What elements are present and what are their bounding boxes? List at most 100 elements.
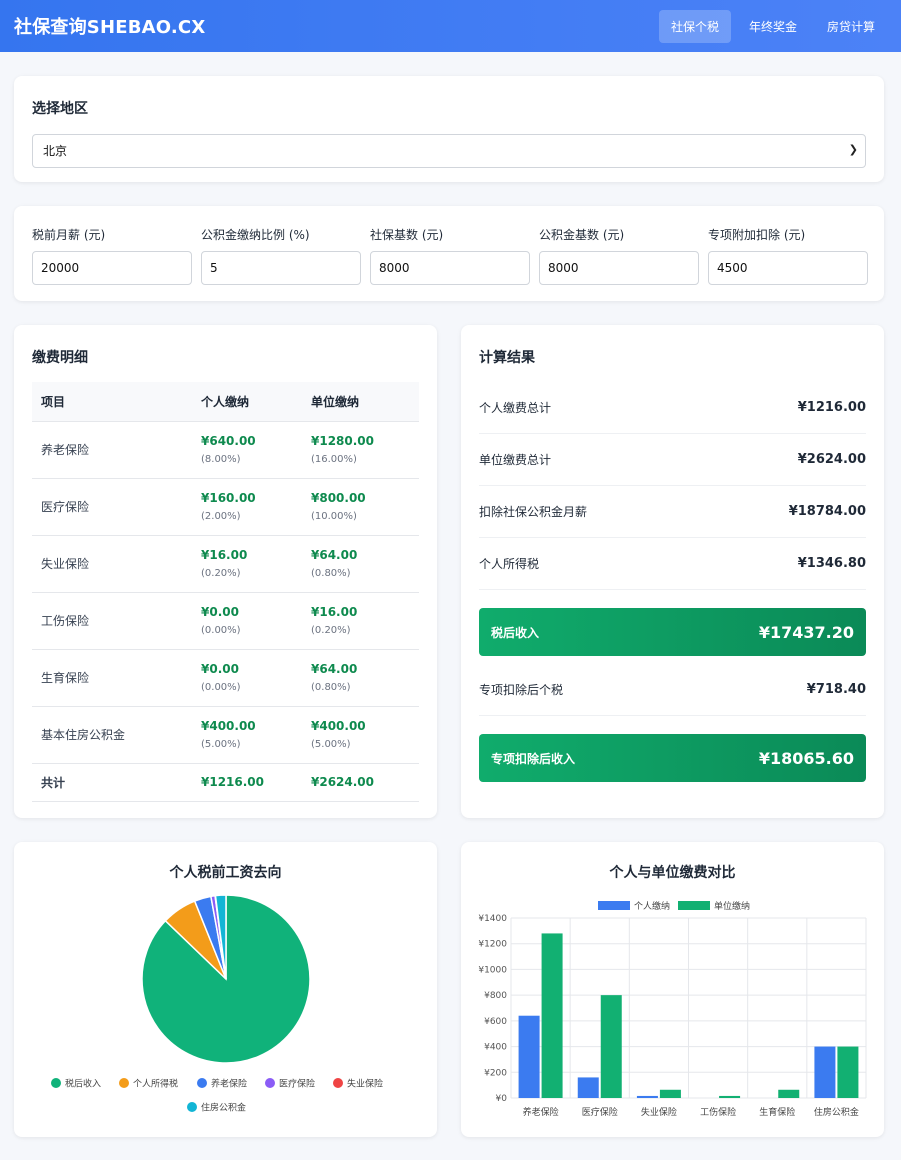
result-label: 单位缴费总计 [479, 453, 552, 467]
bar [659, 1089, 681, 1098]
details-title: 缴费明细 [32, 350, 88, 366]
result-value: ¥1346.80 [797, 556, 866, 571]
region-select[interactable]: 北京 [32, 134, 866, 168]
total-company: ¥2624.00 [311, 775, 375, 789]
legend-label: 住房公积金 [201, 1102, 246, 1114]
social-base-label: 社保基数 (元) [370, 228, 444, 242]
result-row-company-total: 单位缴费总计 ¥2624.00 [479, 434, 866, 486]
bar [518, 1015, 540, 1098]
bar [541, 933, 563, 1098]
company-amount: ¥800.00 [311, 491, 366, 505]
personal-cell: ¥0.00 (0.00%) [192, 592, 302, 650]
legend-swatch [187, 1102, 197, 1112]
y-tick-label: ¥400 [484, 1043, 507, 1053]
after-tax-label: 税后收入 [491, 625, 540, 640]
row-name: 医疗保险 [32, 478, 192, 536]
salary-input[interactable] [32, 251, 192, 285]
personal-amount: ¥0.00 [201, 605, 239, 619]
special-deduction-label: 专项附加扣除 (元) [708, 228, 806, 242]
details-card: 缴费明细 项目 个人缴纳 单位缴纳 养老保险 ¥640.00 (8.00%) ¥1… [14, 325, 437, 818]
results-card: 计算结果 个人缴费总计 ¥1216.00 单位缴费总计 ¥2624.00 扣除社… [461, 325, 884, 818]
after-tax-income-highlight: 税后收入 ¥17437.20 [479, 608, 866, 656]
row-name: 工伤保险 [32, 592, 192, 650]
table-row: 医疗保险 ¥160.00 (2.00%) ¥800.00 (10.00%) [32, 478, 419, 536]
personal-rate: (5.00%) [201, 739, 241, 750]
pie-chart-card: 个人税前工资去向 税后收入 个人所得税 养老保险 医疗保险 失业保险 住房公积金 [14, 842, 437, 1137]
legend-swatch [678, 901, 710, 910]
inputs-row: 税前月薪 (元) 公积金缴纳比例 (%) 社保基数 (元) 公积金基数 (元) … [32, 226, 868, 285]
result-row-personal-total: 个人缴费总计 ¥1216.00 [479, 382, 866, 434]
bar [837, 1046, 859, 1098]
company-cell: ¥400.00 (5.00%) [302, 706, 419, 764]
result-label: 个人缴费总计 [479, 401, 552, 415]
fund-rate-input[interactable] [201, 251, 361, 285]
salary-label: 税前月薪 (元) [32, 228, 106, 242]
total-personal: ¥1216.00 [201, 775, 265, 789]
y-tick-label: ¥1000 [478, 965, 507, 975]
nav-item-mortgage[interactable]: 房贷计算 [815, 10, 887, 43]
special-deduction-input[interactable] [708, 251, 868, 285]
company-amount: ¥64.00 [311, 662, 358, 676]
table-row: 养老保险 ¥640.00 (8.00%) ¥1280.00 (16.00%) [32, 421, 419, 479]
personal-amount: ¥400.00 [201, 719, 256, 733]
personal-amount: ¥16.00 [201, 548, 248, 562]
x-tick-label: 工伤保险 [700, 1106, 736, 1118]
fund-base-field-group: 公积金基数 (元) [539, 226, 699, 285]
table-row: 失业保险 ¥16.00 (0.20%) ¥64.00 (0.80%) [32, 535, 419, 593]
inputs-card: 税前月薪 (元) 公积金缴纳比例 (%) 社保基数 (元) 公积金基数 (元) … [14, 206, 884, 301]
personal-amount: ¥640.00 [201, 434, 256, 448]
personal-cell: ¥0.00 (0.00%) [192, 649, 302, 707]
company-amount: ¥400.00 [311, 719, 366, 733]
result-value: ¥2624.00 [797, 452, 866, 467]
after-tax-value: ¥17437.20 [758, 622, 854, 642]
main-nav: 社保个税 年终奖金 房贷计算 [658, 9, 887, 43]
total-label: 共计 [32, 763, 192, 802]
personal-cell: ¥400.00 (5.00%) [192, 706, 302, 764]
company-amount: ¥64.00 [311, 548, 358, 562]
col-header-personal: 个人缴纳 [192, 382, 302, 422]
result-value: ¥1216.00 [797, 400, 866, 415]
bar-chart-card: 个人与单位缴费对比 个人缴纳 单位缴纳 ¥0 ¥200 ¥400 ¥600 ¥800 ¥100… [461, 842, 884, 1137]
y-tick-label: ¥1200 [478, 940, 507, 950]
bar-chart-title: 个人与单位缴费对比 [609, 865, 736, 881]
result-label: 专项扣除后个税 [479, 683, 564, 697]
special-income-label: 专项扣除后收入 [491, 751, 576, 766]
pie-chart-title: 个人税前工资去向 [169, 865, 282, 881]
legend-swatch [265, 1078, 275, 1088]
company-cell: ¥64.00 (0.80%) [302, 535, 419, 593]
y-tick-label: ¥1400 [478, 914, 507, 924]
x-tick-label: 生育保险 [759, 1106, 795, 1118]
results-list: 个人缴费总计 ¥1216.00 单位缴费总计 ¥2624.00 扣除社保公积金月… [479, 382, 866, 782]
social-base-field-group: 社保基数 (元) [370, 226, 530, 285]
x-tick-label: 养老保险 [523, 1106, 559, 1118]
total-personal-cell: ¥1216.00 [192, 763, 302, 802]
fund-base-label: 公积金基数 (元) [539, 228, 625, 242]
fund-base-input[interactable] [539, 251, 699, 285]
row-name: 失业保险 [32, 535, 192, 593]
fund-rate-label: 公积金缴纳比例 (%) [201, 228, 310, 242]
personal-rate: (0.20%) [201, 568, 241, 579]
legend-swatch [598, 901, 630, 910]
bar-chart: 个人缴纳 单位缴纳 ¥0 ¥200 ¥400 ¥600 ¥800 ¥1000 ¥1200 ¥140… [478, 900, 867, 1118]
social-base-input[interactable] [370, 251, 530, 285]
brand-logo-text[interactable]: 社保查询SHEBAO.CX [14, 13, 205, 39]
company-rate: (0.80%) [311, 682, 351, 693]
personal-rate: (2.00%) [201, 511, 241, 522]
personal-rate: (0.00%) [201, 682, 241, 693]
personal-amount: ¥0.00 [201, 662, 239, 676]
nav-item-social-tax[interactable]: 社保个税 [658, 9, 731, 43]
row-name: 基本住房公积金 [32, 706, 192, 764]
bar [577, 1077, 599, 1098]
legend-label: 个人所得税 [133, 1078, 178, 1090]
company-cell: ¥64.00 (0.80%) [302, 649, 419, 707]
nav-item-year-end-bonus[interactable]: 年终奖金 [737, 10, 809, 43]
col-header-item: 项目 [32, 382, 192, 422]
result-label: 扣除社保公积金月薪 [479, 505, 588, 519]
legend-swatch [119, 1078, 129, 1088]
top-header: 社保查询SHEBAO.CX 社保个税 年终奖金 房贷计算 [0, 0, 901, 52]
total-company-cell: ¥2624.00 [302, 763, 419, 802]
region-select-wrap: 北京 ❯ [32, 134, 866, 168]
legend-swatch [51, 1078, 61, 1088]
personal-cell: ¥640.00 (8.00%) [192, 421, 302, 479]
special-deduction-field-group: 专项附加扣除 (元) [708, 226, 868, 285]
